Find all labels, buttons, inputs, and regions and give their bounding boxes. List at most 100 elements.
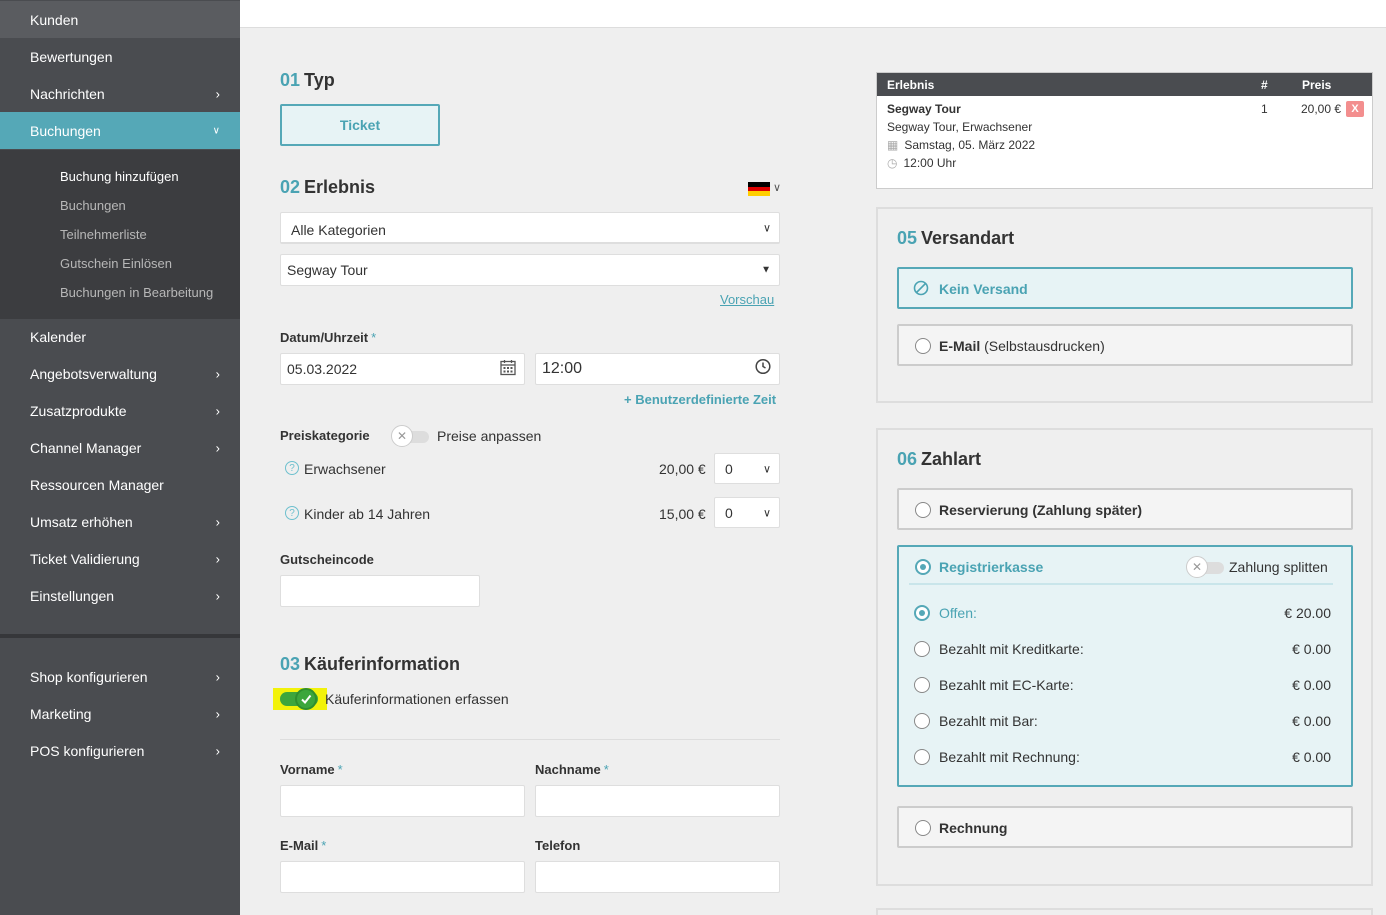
section-title-kaeuferinformation: 03 Käuferinformation <box>280 654 460 675</box>
time-input[interactable]: 12:00 <box>535 353 780 385</box>
help-icon[interactable]: ? <box>285 461 299 475</box>
payment-option-label: Registrierkasse <box>939 559 1044 575</box>
radio-button[interactable] <box>915 338 931 354</box>
voucher-input[interactable] <box>280 575 480 607</box>
payment-row-label-open: Offen: <box>939 605 977 621</box>
checkmark-icon <box>295 688 317 710</box>
quantity-select-adult[interactable]: 0 ∨ <box>714 453 780 484</box>
close-icon: ✕ <box>1186 556 1208 578</box>
sidebar-item-pos-konfigurieren[interactable]: POS konfigurieren › <box>0 732 240 769</box>
quantity-select-value: 0 <box>725 460 733 477</box>
top-bar <box>240 0 1386 28</box>
radio-button[interactable] <box>915 559 931 575</box>
chevron-right-icon: › <box>215 706 220 721</box>
sidebar-item-kunden[interactable]: Kunden <box>0 1 240 38</box>
radio-button-ec-card[interactable] <box>914 677 930 693</box>
remove-item-button[interactable]: X <box>1346 101 1364 117</box>
payment-row-amount-ec-card: € 0.00 <box>1292 677 1331 693</box>
cart-item-date: Samstag, 05. März 2022 <box>904 138 1036 152</box>
sidebar-item-shop-konfigurieren[interactable]: Shop konfigurieren › <box>0 658 240 695</box>
date-input[interactable]: 05.03.2022 <box>280 353 525 385</box>
sidebar-item-bewertungen[interactable]: Bewertungen <box>0 38 240 75</box>
preview-link[interactable]: Vorschau <box>720 292 774 307</box>
lastname-input[interactable] <box>535 785 780 817</box>
sidebar-item-nachrichten[interactable]: Nachrichten › <box>0 75 240 112</box>
cart-item-count: 1 <box>1261 102 1268 116</box>
section-title-zahlart: 06 Zahlart <box>897 449 981 470</box>
calendar-icon[interactable] <box>500 360 516 379</box>
email-label-text: E-Mail <box>280 838 319 853</box>
adjust-prices-toggle[interactable]: ✕ <box>391 425 429 447</box>
payment-option-reservation[interactable]: Reservierung (Zahlung später) <box>897 488 1353 530</box>
payment-row-amount-credit-card: € 0.00 <box>1292 641 1331 657</box>
calendar-icon: ▦ <box>887 138 899 152</box>
radio-button[interactable] <box>915 502 931 518</box>
payment-option-invoice[interactable]: Rechnung <box>897 806 1353 848</box>
sidebar-subitem-buchungen[interactable]: Buchungen <box>60 198 126 213</box>
price-name-adult: Erwachsener <box>304 461 386 477</box>
ticket-type-button[interactable]: Ticket <box>280 104 440 146</box>
sidebar-submenu-buchungen: Buchung hinzufügen Buchungen Teilnehmerl… <box>0 150 240 319</box>
shipping-option-extra: (Selbstausdrucken) <box>984 338 1105 354</box>
time-input-value: 12:00 <box>542 360 583 377</box>
radio-button-cash[interactable] <box>914 713 930 729</box>
sidebar-item-einstellungen[interactable]: Einstellungen › <box>0 577 240 614</box>
cart-item-date-row: ▦ Samstag, 05. März 2022 <box>887 138 1035 152</box>
sidebar-subitem-buchung-hinzufuegen[interactable]: Buchung hinzufügen <box>60 169 179 184</box>
sidebar-subitem-teilnehmerliste[interactable]: Teilnehmerliste <box>60 227 147 242</box>
sidebar-item-umsatz-erhoehen[interactable]: Umsatz erhöhen › <box>0 503 240 540</box>
sidebar-item-label: Kunden <box>30 11 79 28</box>
sidebar-item-label: Bewertungen <box>30 48 113 65</box>
clock-icon[interactable] <box>755 358 771 380</box>
capture-buyer-info-toggle[interactable] <box>280 688 318 710</box>
firstname-input[interactable] <box>280 785 525 817</box>
section-title-text: Erlebnis <box>304 177 376 197</box>
sidebar-item-kalender[interactable]: Kalender <box>0 318 240 355</box>
sidebar-item-label: Kalender <box>30 328 87 345</box>
section-number: 01 <box>280 70 301 90</box>
sidebar-item-buchungen[interactable]: Buchungen ∨ <box>0 112 240 149</box>
sidebar-item-channel-manager[interactable]: Channel Manager › <box>0 429 240 466</box>
shipping-option-none[interactable]: Kein Versand <box>897 267 1353 309</box>
quantity-select-children[interactable]: 0 ∨ <box>714 497 780 528</box>
section-title-text: Käuferinformation <box>304 654 461 674</box>
help-icon[interactable]: ? <box>285 506 299 520</box>
email-input[interactable] <box>280 861 525 893</box>
section-title-typ: 01 Typ <box>280 70 335 91</box>
chevron-right-icon: › <box>215 514 220 529</box>
chevron-right-icon: › <box>215 743 220 758</box>
firstname-label: Vorname * <box>280 762 343 777</box>
caret-down-icon: ▼ <box>761 264 771 276</box>
radio-button-invoice-payment[interactable] <box>914 749 930 765</box>
phone-label: Telefon <box>535 838 581 853</box>
section-title-text: Versandart <box>921 228 1015 248</box>
shipping-option-label: E-Mail (Selbstausdrucken) <box>939 338 1105 354</box>
cart-col-price: Preis <box>1302 78 1332 92</box>
custom-time-link[interactable]: + Benutzerdefinierte Zeit <box>624 392 776 407</box>
radio-button-open[interactable] <box>914 605 930 621</box>
section-number: 03 <box>280 654 301 674</box>
sidebar-item-zusatzprodukte[interactable]: Zusatzprodukte › <box>0 392 240 429</box>
sidebar-item-ticket-validierung[interactable]: Ticket Validierung › <box>0 540 240 577</box>
sidebar-subitem-buchungen-in-bearbeitung[interactable]: Buchungen in Bearbeitung <box>60 285 213 300</box>
sidebar-item-angebotsverwaltung[interactable]: Angebotsverwaltung › <box>0 355 240 392</box>
german-flag-icon[interactable] <box>748 182 770 196</box>
phone-input[interactable] <box>535 861 780 893</box>
chevron-down-icon[interactable]: ∨ <box>773 181 781 194</box>
sidebar-item-label: Einstellungen <box>30 587 115 604</box>
split-payment-toggle[interactable]: ✕ <box>1186 556 1224 578</box>
sidebar-item-ressourcen-manager[interactable]: Ressourcen Manager <box>0 466 240 503</box>
shipping-option-email[interactable]: E-Mail (Selbstausdrucken) <box>897 324 1353 366</box>
split-payment-label: Zahlung splitten <box>1229 559 1328 575</box>
sidebar-item-marketing[interactable]: Marketing › <box>0 695 240 732</box>
payment-row-label-invoice: Bezahlt mit Rechnung: <box>939 749 1080 765</box>
experience-select[interactable]: Segway Tour ▼ <box>280 254 780 286</box>
radio-button-credit-card[interactable] <box>914 641 930 657</box>
radio-button[interactable] <box>915 820 931 836</box>
experience-select-value: Segway Tour <box>287 262 368 278</box>
price-category-label: Preiskategorie <box>280 428 370 443</box>
category-select[interactable]: Alle Kategorien ∨ <box>280 212 780 244</box>
sidebar-subitem-gutschein-einloesen[interactable]: Gutschein Einlösen <box>60 256 172 271</box>
close-icon: ✕ <box>391 425 413 447</box>
adjust-prices-label: Preise anpassen <box>437 428 542 444</box>
